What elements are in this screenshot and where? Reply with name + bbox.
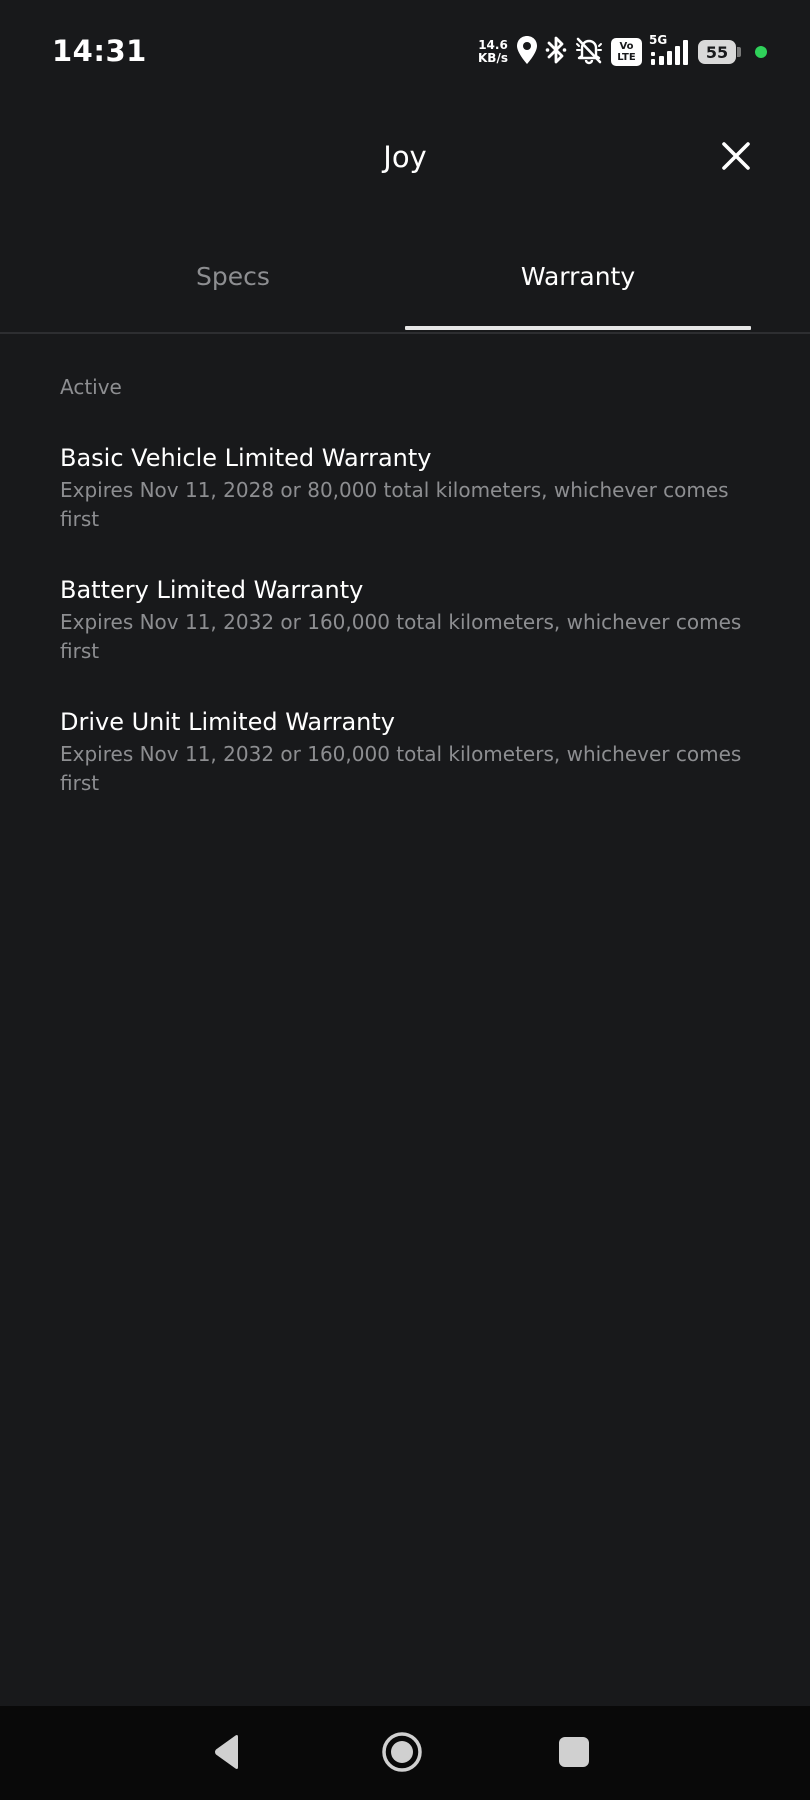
tab-specs[interactable]: Specs <box>60 262 406 330</box>
warranty-description: Expires Nov 11, 2032 or 160,000 total ki… <box>60 742 742 795</box>
status-bar: 14:31 14.6 KB/s Vo LTE 5G 55 <box>0 0 810 100</box>
active-tab-indicator <box>405 326 751 330</box>
warranty-title: Drive Unit Limited Warranty <box>60 708 395 736</box>
warranty-item: Basic Vehicle Limited Warranty Expires N… <box>60 440 760 572</box>
warranty-item: Battery Limited Warranty Expires Nov 11,… <box>60 572 760 704</box>
warranty-list: Basic Vehicle Limited Warranty Expires N… <box>60 440 760 836</box>
location-icon <box>516 35 538 69</box>
network-speed-unit: KB/s <box>478 51 508 65</box>
bluetooth-icon <box>545 35 567 69</box>
signal-icon: 5G <box>649 33 691 68</box>
volte-top-text: Vo <box>619 41 634 52</box>
battery-tip <box>736 47 741 57</box>
page-title: Joy <box>383 140 427 174</box>
nav-recents-button[interactable] <box>550 1728 598 1776</box>
warranty-description: Expires Nov 11, 2028 or 80,000 total kil… <box>60 478 729 531</box>
status-time: 14:31 <box>52 34 147 68</box>
battery-icon: 55 <box>697 40 741 64</box>
status-icons: 14.6 KB/s Vo LTE 5G 55 <box>478 33 767 70</box>
bell-off-icon <box>574 35 604 69</box>
nav-back-button[interactable] <box>206 1728 254 1776</box>
volte-bottom-text: LTE <box>617 52 636 63</box>
system-nav-bar <box>0 1706 810 1800</box>
warranty-title: Basic Vehicle Limited Warranty <box>60 444 432 472</box>
close-button[interactable] <box>716 136 756 176</box>
warranty-item: Drive Unit Limited Warranty Expires Nov … <box>60 704 760 836</box>
tab-warranty[interactable]: Warranty <box>405 262 751 330</box>
recents-icon <box>559 1737 589 1767</box>
back-icon <box>215 1735 238 1769</box>
nav-home-button[interactable] <box>378 1728 426 1776</box>
volte-icon: Vo LTE <box>610 38 642 66</box>
section-label-active: Active <box>60 375 122 399</box>
warranty-title: Battery Limited Warranty <box>60 576 364 604</box>
close-icon <box>722 142 750 170</box>
warranty-description: Expires Nov 11, 2032 or 160,000 total ki… <box>60 610 742 663</box>
privacy-dot-icon <box>754 46 767 58</box>
home-icon <box>382 1732 422 1772</box>
network-speed: 14.6 KB/s <box>478 39 508 65</box>
tab-bar: Specs Warranty <box>0 226 810 334</box>
battery-level: 55 <box>697 40 736 64</box>
